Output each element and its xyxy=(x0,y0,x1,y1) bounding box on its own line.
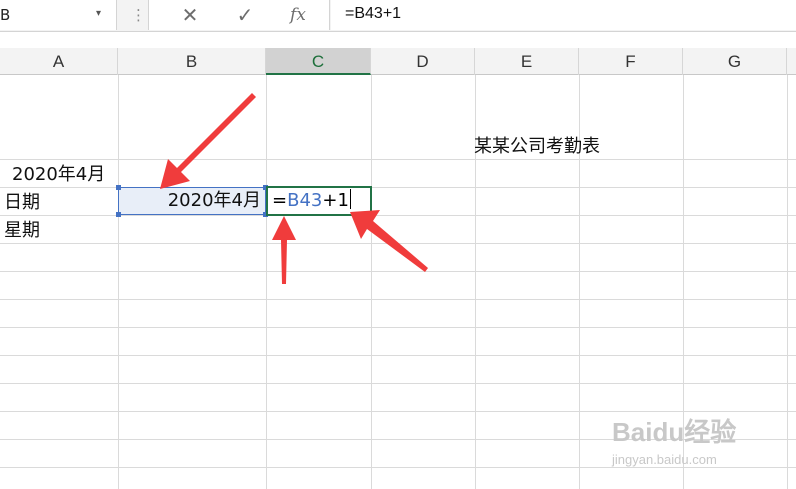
arrow-to-b-cell xyxy=(160,93,256,189)
insert-function-icon[interactable]: fx xyxy=(285,3,311,27)
arrow-to-c-cell-up xyxy=(272,216,296,284)
selection-handle[interactable] xyxy=(116,185,121,190)
formula-buttons: ✕ ✓ fx xyxy=(148,0,330,30)
formula-bar: B ▾ ⋮ ✕ ✓ fx =B43+1 xyxy=(0,0,796,32)
grid-line xyxy=(0,299,796,300)
column-header-g[interactable]: G xyxy=(683,48,787,75)
text-caret xyxy=(349,189,351,209)
column-header-f[interactable]: F xyxy=(579,48,683,75)
formula-suffix: +1 xyxy=(322,190,349,211)
name-box[interactable]: B ▾ xyxy=(0,0,117,30)
column-header-row: A B C D E F G xyxy=(0,48,796,75)
referenced-cell-value: 2020年4月 xyxy=(167,190,261,211)
arrow-to-formula-end xyxy=(350,210,428,272)
formula-input[interactable]: =B43+1 xyxy=(331,0,796,30)
grid-line xyxy=(0,327,796,328)
month-cell[interactable]: 2020年4月 xyxy=(12,163,105,187)
formula-reference: B43 xyxy=(287,190,323,211)
column-header-a[interactable]: A xyxy=(0,48,118,75)
grid-line xyxy=(266,75,267,489)
grid-line xyxy=(0,159,796,160)
grid-line xyxy=(0,243,796,244)
column-header-e[interactable]: E xyxy=(475,48,579,75)
formula-text: =B43+1 xyxy=(345,5,402,22)
grid-line xyxy=(0,271,796,272)
formula-equals: = xyxy=(272,190,288,211)
enter-check-icon[interactable]: ✓ xyxy=(232,3,258,27)
grid-line xyxy=(0,355,796,356)
selection-handle[interactable] xyxy=(116,212,121,217)
sheet-title-cell[interactable]: 某某公司考勤表 xyxy=(474,135,600,159)
grid-line xyxy=(118,75,119,489)
referenced-cell-b[interactable]: 2020年4月 xyxy=(116,185,268,217)
date-label-cell[interactable]: 日期 xyxy=(4,191,40,215)
baidu-jingyan-watermark: Baidu经验 jingyan.baidu.com xyxy=(612,400,796,480)
cell-formula: =B43+1 xyxy=(272,189,351,213)
chevron-down-icon[interactable]: ▾ xyxy=(96,8,101,19)
column-header-d[interactable]: D xyxy=(371,48,475,75)
watermark-logo: Baidu经验 xyxy=(612,417,737,447)
column-header-c[interactable]: C xyxy=(266,48,371,75)
grid-line xyxy=(0,383,796,384)
cancel-icon[interactable]: ✕ xyxy=(177,3,203,27)
drag-handle-icon[interactable]: ⋮ xyxy=(131,3,146,27)
weekday-label-cell[interactable]: 星期 xyxy=(4,219,40,243)
column-header-b[interactable]: B xyxy=(118,48,266,75)
editing-cell-c[interactable]: =B43+1 xyxy=(266,186,372,216)
grid-line xyxy=(371,75,372,489)
watermark-url: jingyan.baidu.com xyxy=(612,452,717,467)
name-box-value: B xyxy=(0,6,11,24)
